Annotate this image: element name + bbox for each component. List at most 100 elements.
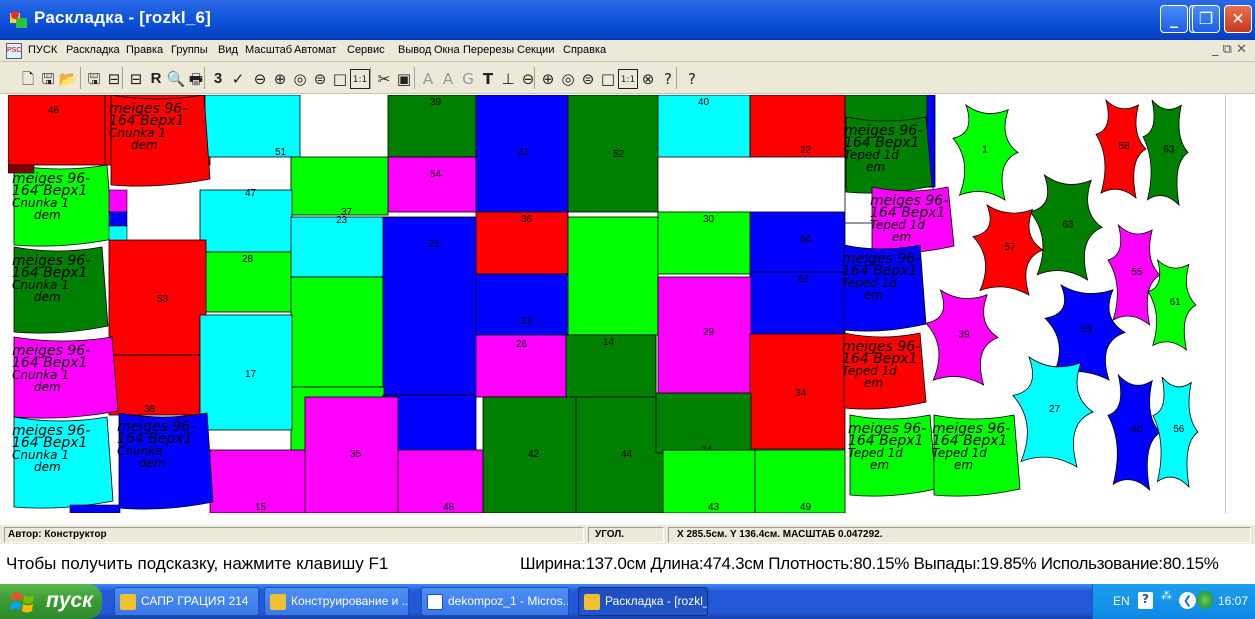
zoom-minus-icon[interactable]: ⊖ <box>518 69 538 89</box>
marker-drawing[interactable]: 4651395437315240224728232136323064621314… <box>8 95 1225 513</box>
piece-number[interactable]: 54 <box>430 169 442 180</box>
save-icon[interactable]: 🖫 <box>38 69 58 89</box>
piece-number[interactable]: 26 <box>516 339 528 350</box>
piece-number[interactable]: 27 <box>1049 404 1061 415</box>
tray-arrows-icon[interactable]: ⁂ <box>1161 589 1172 602</box>
network-icon[interactable] <box>1197 591 1213 609</box>
piece-number[interactable]: 62 <box>798 274 810 285</box>
marker-piece[interactable] <box>290 216 385 278</box>
taskbar-item-konstruirovanie[interactable]: Конструирование и ... <box>264 587 409 616</box>
menu-item-3[interactable]: Группы <box>171 44 208 56</box>
scissors-box-icon[interactable]: ▣ <box>394 69 414 89</box>
marker-piece[interactable] <box>749 211 846 273</box>
piece-number[interactable]: 43 <box>708 502 720 513</box>
zoom-icon[interactable]: ◎ <box>290 69 310 89</box>
piece-number[interactable]: 29 <box>703 327 715 338</box>
document-icon[interactable]: PSC <box>6 43 22 59</box>
fragment-piece[interactable] <box>69 504 121 513</box>
piece-number[interactable]: 53 <box>157 294 169 305</box>
piece-number[interactable]: 57 <box>1005 242 1017 253</box>
piece-label[interactable]: dem <box>34 460 61 474</box>
menu-item-10[interactable]: Перерезы <box>463 44 514 56</box>
piece-number[interactable]: 14 <box>603 337 615 348</box>
menu-item-11[interactable]: Секции <box>517 44 554 56</box>
menu-item-0[interactable]: ПУСК <box>28 44 57 56</box>
zoom-plus-icon[interactable]: ⊕ <box>538 69 558 89</box>
menu-item-7[interactable]: Сервис <box>347 44 385 56</box>
piece-label[interactable]: em <box>870 458 889 472</box>
piece-number[interactable]: 48 <box>443 502 455 513</box>
minimize-button-main[interactable]: _ <box>1160 5 1188 33</box>
piece-number[interactable]: 1 <box>982 145 988 156</box>
one-to-one2-icon[interactable]: 1:1 <box>618 69 638 89</box>
fragment-piece[interactable] <box>108 211 128 227</box>
taskbar-item-word[interactable]: dekompoz_1 - Micros... <box>421 587 569 616</box>
piece-label[interactable]: dem <box>34 290 61 304</box>
piece-number[interactable]: 47 <box>245 188 257 199</box>
piece-number[interactable]: 40 <box>698 97 710 108</box>
piece-number[interactable]: 44 <box>621 449 633 460</box>
piece-label[interactable]: dem <box>34 208 61 222</box>
pencil-icon[interactable]: ✓ <box>228 69 248 89</box>
piece-number[interactable]: 52 <box>613 149 625 160</box>
piece-number[interactable]: 39 <box>958 330 970 341</box>
help-tray-icon[interactable]: ? <box>1138 592 1153 609</box>
save-disabled-icon[interactable]: 🖫 <box>84 69 104 89</box>
language-indicator[interactable]: EN <box>1113 594 1130 608</box>
menu-item-5[interactable]: Масштаб <box>245 44 292 56</box>
context-help-icon[interactable]: ? <box>682 69 702 89</box>
taskbar-item-sapr[interactable]: САПР ГРАЦИЯ 214 <box>114 587 259 616</box>
piece-label[interactable]: em <box>954 458 973 472</box>
fragment-piece[interactable] <box>8 164 35 174</box>
new-file-icon[interactable]: 🗋 <box>18 69 38 89</box>
piece-number[interactable]: 31 <box>518 147 530 158</box>
piece-number[interactable]: 39 <box>430 97 442 108</box>
print-preview-icon[interactable]: 🔍 <box>166 69 186 89</box>
piece-number[interactable]: 34 <box>795 388 807 399</box>
piece-number[interactable]: 22 <box>800 145 812 156</box>
three-icon[interactable]: 3 <box>208 69 228 89</box>
piece-label[interactable]: em <box>866 160 885 174</box>
menu-item-4[interactable]: Вид <box>218 44 238 56</box>
layout-canvas[interactable]: 4651395437315240224728232136323064621314… <box>8 95 1225 513</box>
menu-item-6[interactable]: Автомат <box>294 44 336 56</box>
marker-piece[interactable] <box>567 216 659 336</box>
overlay2-icon[interactable]: ⊟ <box>126 69 146 89</box>
marker-piece[interactable] <box>749 95 846 158</box>
marker-piece[interactable] <box>387 156 477 213</box>
marker-piece[interactable] <box>290 156 389 216</box>
cut-icon[interactable]: ✂ <box>374 69 394 89</box>
back-arrow-icon[interactable]: ❮ <box>1179 592 1196 609</box>
piece-number[interactable]: 38 <box>144 404 156 415</box>
zoom-out-icon[interactable]: ⊖ <box>250 69 270 89</box>
piece-label[interactable]: em <box>864 288 883 302</box>
rectangle2-icon[interactable]: □ <box>598 69 618 89</box>
piece-number[interactable]: 63 <box>1062 220 1074 231</box>
piece-number[interactable]: 61 <box>1170 297 1182 308</box>
t-icon[interactable]: T <box>478 69 498 89</box>
piece-number[interactable]: 49 <box>800 502 812 513</box>
marker-piece[interactable] <box>655 392 752 454</box>
marker-piece[interactable] <box>108 354 207 416</box>
rectangle-icon[interactable]: □ <box>330 69 350 89</box>
piece-number[interactable]: 30 <box>703 214 715 225</box>
piece-number[interactable]: 32 <box>521 316 533 327</box>
open-icon[interactable]: 📂▾ <box>58 69 78 108</box>
piece-number[interactable]: 36 <box>521 214 533 225</box>
piece-number[interactable]: 17 <box>245 369 257 380</box>
one-to-one-icon[interactable]: 1:1 <box>350 69 370 89</box>
piece-label[interactable]: dem <box>131 138 158 152</box>
piece-number[interactable]: 51 <box>275 147 287 158</box>
a-disabled-icon[interactable]: A <box>438 69 458 89</box>
piece-number[interactable]: 60 <box>1131 425 1143 436</box>
measure-icon[interactable]: ⊥ <box>498 69 518 89</box>
menu-item-2[interactable]: Правка <box>126 44 163 56</box>
zoom-in-icon[interactable]: ⊕ <box>270 69 290 89</box>
piece-number[interactable]: 59 <box>1081 325 1093 336</box>
zoom-fit-icon[interactable]: ⊜ <box>310 69 330 89</box>
piece-number[interactable]: 15 <box>255 502 267 513</box>
menu-item-1[interactable]: Раскладка <box>66 44 120 56</box>
g-icon[interactable]: G <box>458 69 478 89</box>
piece-number[interactable]: 58 <box>1119 141 1131 152</box>
piece-number[interactable]: 56 <box>1173 424 1185 435</box>
